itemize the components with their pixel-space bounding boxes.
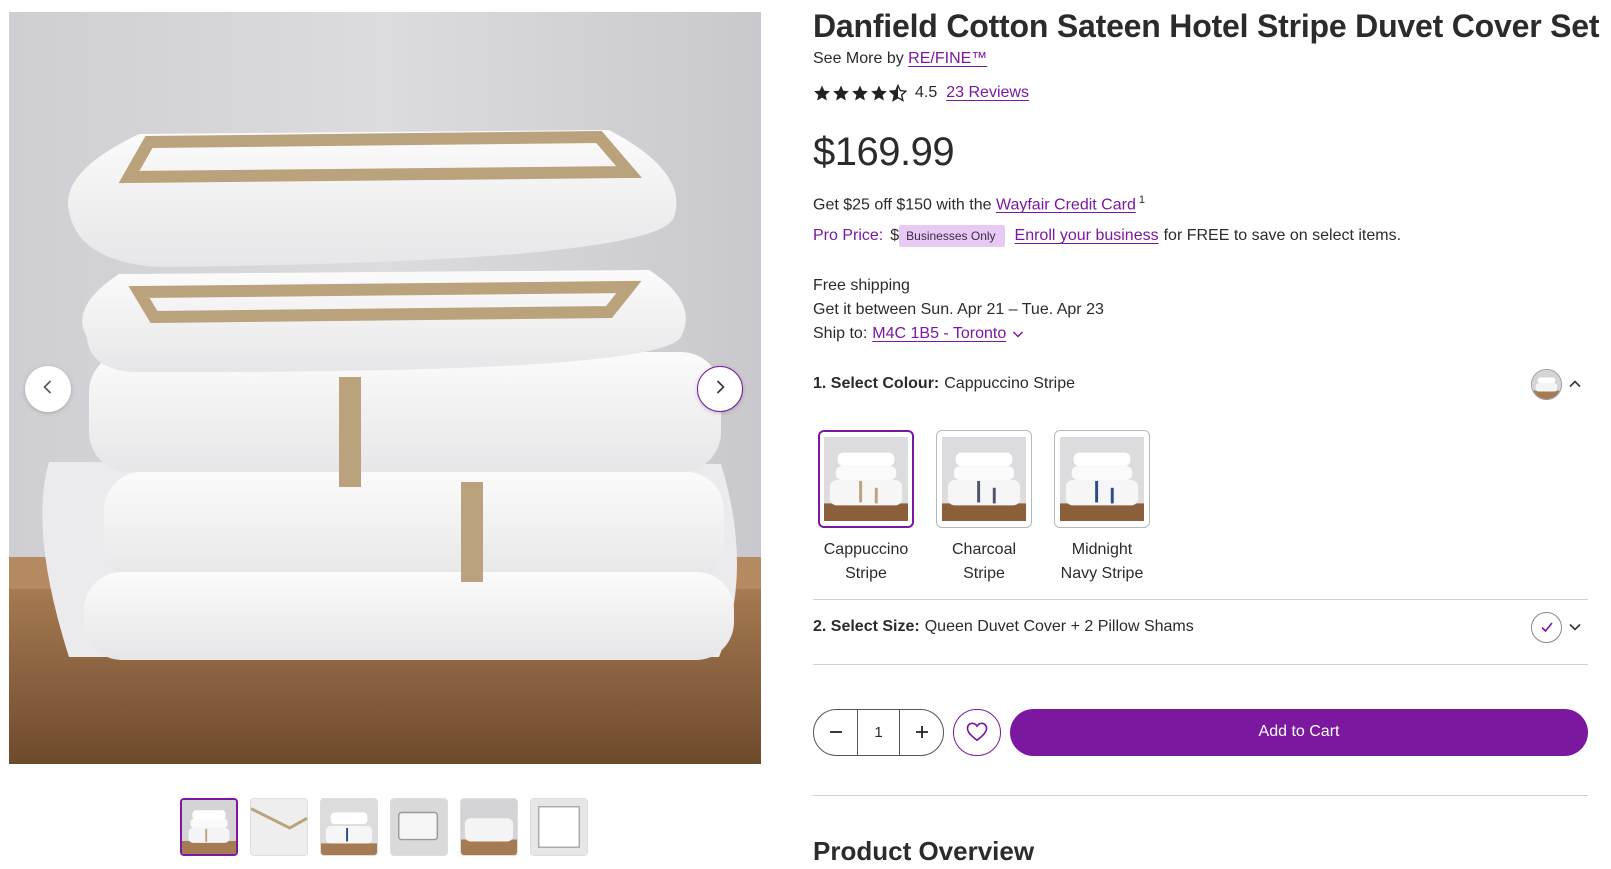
- divider: [813, 795, 1588, 796]
- enroll-suffix-text: for FREE to save on select items.: [1163, 227, 1402, 244]
- swatch-midnight-navy-stripe[interactable]: Midnight Navy Stripe: [1054, 430, 1150, 586]
- chevron-right-icon: [712, 379, 728, 400]
- star-icon: [871, 85, 887, 101]
- thumbnail-strip: [180, 798, 588, 856]
- chevron-down-icon[interactable]: [1012, 328, 1024, 340]
- size-option-label: 2. Select Size:: [813, 618, 920, 635]
- swatch-label: Charcoal Stripe: [951, 541, 1017, 582]
- enroll-business-link[interactable]: Enroll your business: [1015, 227, 1159, 245]
- credit-card-promo: Get $25 off $150 with the Wayfair Credit…: [813, 194, 1145, 214]
- star-icon: [852, 85, 868, 101]
- size-option-controls: [1531, 611, 1582, 643]
- ship-location-link[interactable]: M4C 1B5 - Toronto: [872, 322, 1006, 346]
- product-overview-heading: Product Overview: [813, 836, 1035, 866]
- credit-card-link[interactable]: Wayfair Credit Card: [996, 196, 1136, 213]
- credit-promo-text: Get $25 off $150 with the: [813, 196, 992, 214]
- swatch-image: [818, 430, 914, 528]
- pro-price-value: $: [890, 227, 900, 244]
- thumbnail-6[interactable]: [530, 798, 588, 856]
- colour-option-label: 1. Select Colour:: [813, 375, 940, 392]
- delivery-dates: Get it between Sun. Apr 21 – Tue. Apr 23: [813, 301, 1104, 318]
- thumbnail-2[interactable]: [250, 798, 308, 856]
- colour-swatches: Cappuccino Stripe Charcoal Stripe Midnig…: [818, 430, 1150, 586]
- reviews-link[interactable]: 23 Reviews: [946, 84, 1029, 102]
- quantity-stepper: 1: [813, 708, 944, 756]
- divider: [813, 664, 1588, 665]
- colour-option-header[interactable]: 1. Select Colour: Cappuccino Stripe: [813, 368, 1588, 400]
- star-half-icon: [889, 84, 907, 102]
- swatch-cappuccino-stripe[interactable]: Cappuccino Stripe: [818, 430, 914, 586]
- swatch-image: [1054, 430, 1150, 528]
- quantity-value[interactable]: 1: [857, 709, 900, 755]
- minus-icon: [829, 731, 842, 733]
- swatch-charcoal-stripe[interactable]: Charcoal Stripe: [936, 430, 1032, 586]
- add-to-favorites-button[interactable]: [953, 708, 1001, 756]
- add-to-cart-row: 1 Add to Cart: [813, 708, 1588, 756]
- size-option-value: Queen Duvet Cover + 2 Pillow Shams: [924, 618, 1194, 635]
- decrease-quantity-button[interactable]: [814, 710, 857, 755]
- brand-line: See More by RE/FINE™: [813, 50, 987, 68]
- swatch-label: Midnight Navy Stripe: [1060, 541, 1144, 582]
- swatch-image: [936, 430, 1032, 528]
- pro-price-label: Pro Price:: [813, 227, 884, 244]
- size-option-header[interactable]: 2. Select Size: Queen Duvet Cover + 2 Pi…: [813, 611, 1588, 643]
- shipping-info: Free shipping Get it between Sun. Apr 21…: [813, 274, 1104, 346]
- rating-score: 4.5: [915, 84, 938, 101]
- colour-option-value: Cappuccino Stripe: [944, 375, 1075, 392]
- ship-to-label: Ship to:: [813, 325, 868, 342]
- businesses-only-badge: Businesses Only: [899, 225, 1005, 247]
- swatch-label: Cappuccino Stripe: [823, 541, 909, 582]
- add-to-cart-button[interactable]: Add to Cart: [1010, 708, 1588, 756]
- selected-colour-thumbnail: [1531, 368, 1562, 400]
- colour-option-controls: [1531, 368, 1582, 400]
- heart-icon: [966, 722, 988, 742]
- free-shipping: Free shipping: [813, 277, 910, 294]
- brand-link[interactable]: RE/FINE™: [908, 50, 987, 67]
- pro-price-row: Pro Price: $ Businesses Only Enroll your…: [813, 225, 1401, 247]
- rating-row: 4.5 23 Reviews: [813, 84, 1029, 102]
- chevron-down-icon[interactable]: [1568, 620, 1582, 634]
- thumbnail-4[interactable]: [390, 798, 448, 856]
- star-icon: [833, 85, 849, 101]
- star-rating: [813, 84, 907, 102]
- increase-quantity-button[interactable]: [900, 710, 943, 755]
- star-icon: [814, 85, 830, 101]
- product-price: $169.99: [813, 130, 955, 174]
- previous-image-button[interactable]: [25, 366, 71, 412]
- divider: [813, 599, 1588, 600]
- see-more-prefix: See More by: [813, 50, 904, 67]
- thumbnail-5[interactable]: [460, 798, 518, 856]
- chevron-left-icon: [40, 379, 56, 400]
- thumbnail-3[interactable]: [320, 798, 378, 856]
- check-icon: [1531, 611, 1562, 643]
- thumbnail-1[interactable]: [180, 798, 238, 856]
- credit-footnote: 1: [1138, 194, 1145, 206]
- ship-to-row: Ship to: M4C 1B5 - Toronto: [813, 322, 1104, 346]
- plus-icon: [915, 726, 928, 738]
- next-image-button[interactable]: [697, 366, 743, 412]
- product-title: Danfield Cotton Sateen Hotel Stripe Duve…: [813, 8, 1600, 44]
- chevron-up-icon[interactable]: [1568, 377, 1582, 391]
- main-product-image[interactable]: [9, 12, 761, 764]
